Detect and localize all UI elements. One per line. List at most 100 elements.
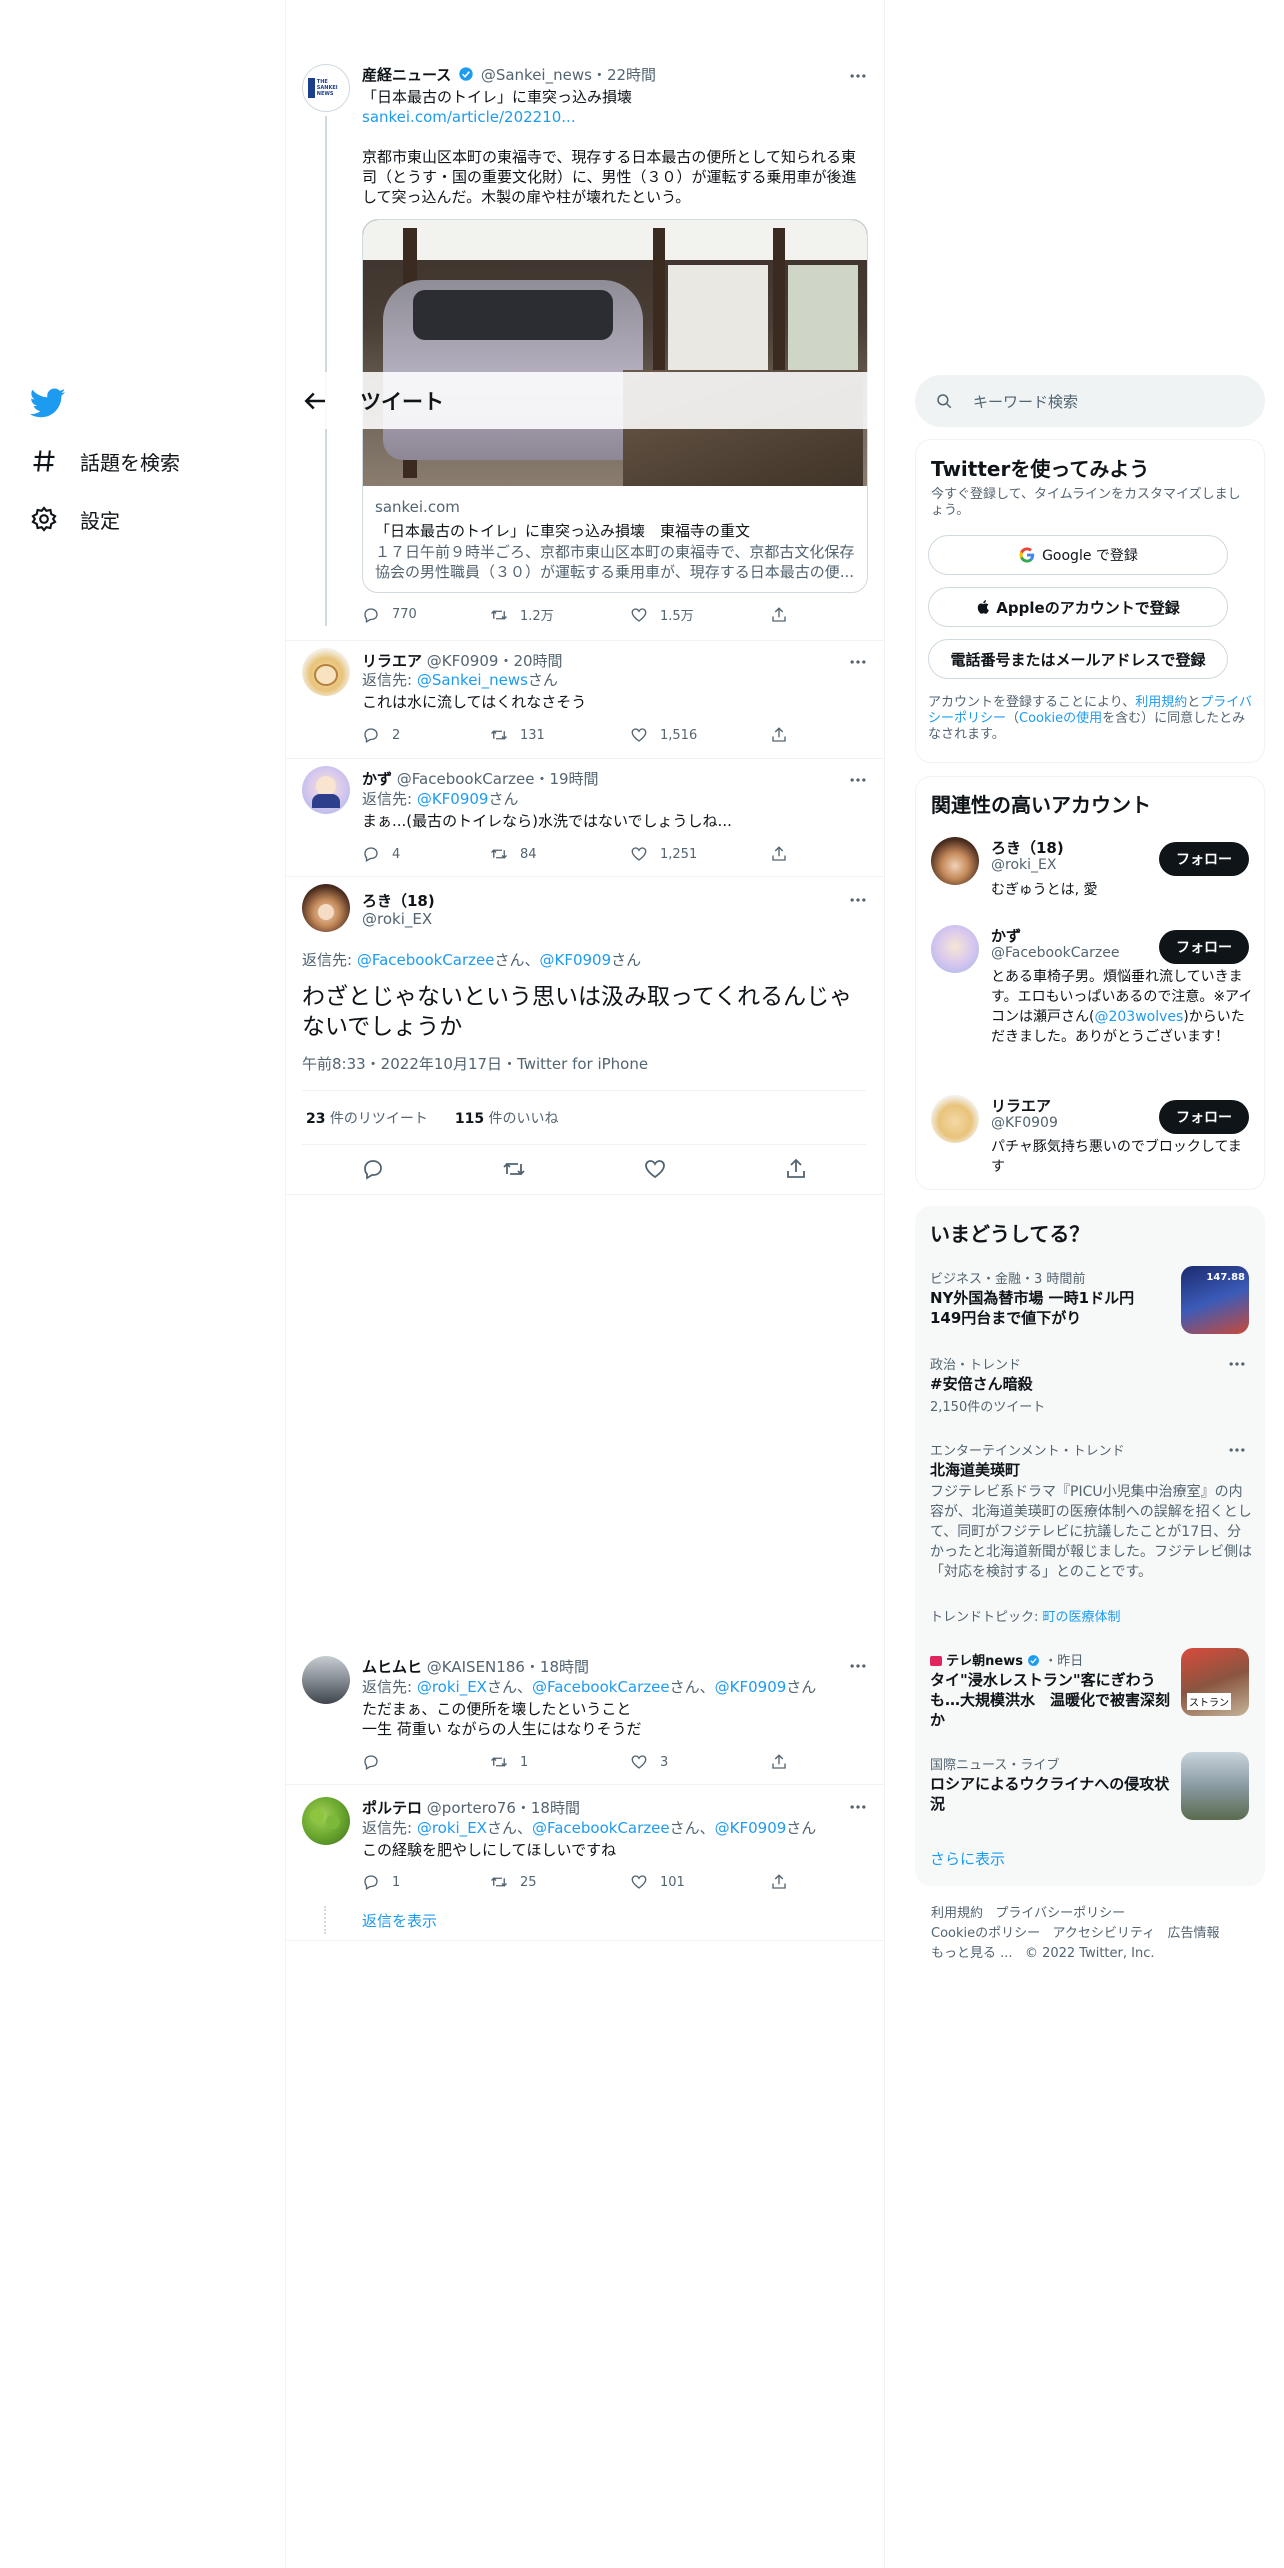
retweet-stat[interactable]: 23 件のリツイート [306, 1111, 428, 1127]
footer-link[interactable]: プライバシーポリシー [995, 1906, 1125, 1921]
search-box[interactable]: キーワード検索 [915, 375, 1265, 427]
share-button[interactable] [770, 606, 800, 624]
nav-settings[interactable]: 設定 [30, 499, 120, 539]
retweet-button[interactable]: 1.2万 [490, 605, 630, 624]
author-name[interactable]: ムヒムヒ [362, 1658, 422, 1676]
account-name[interactable]: かず [991, 925, 1021, 946]
more-icon[interactable] [848, 1797, 868, 1817]
like-button[interactable]: 101 [630, 1873, 770, 1891]
author-name[interactable]: ポルテロ [362, 1799, 422, 1817]
google-signup-button[interactable]: Google で登録 [928, 535, 1228, 575]
like-button[interactable]: 1.5万 [630, 605, 770, 624]
more-icon[interactable] [848, 66, 868, 86]
footer-link[interactable]: 広告情報 [1168, 1926, 1220, 1941]
share-button[interactable] [770, 1753, 800, 1771]
reply-button[interactable]: 1 [362, 1873, 490, 1891]
show-more-link[interactable]: さらに表示 [930, 1848, 1005, 1869]
share-button[interactable] [770, 726, 800, 744]
mention-link[interactable]: @KF0909 [417, 790, 489, 808]
author-handle[interactable]: @FacebookCarzee [397, 770, 535, 788]
avatar-kf0909[interactable] [302, 648, 350, 696]
like-button[interactable]: 1,251 [630, 845, 770, 863]
trend-item[interactable]: 国際ニュース・ライブ ロシアによるウクライナへの侵攻状況 [915, 1746, 1265, 1826]
tweet-time[interactable]: 19時間 [549, 770, 598, 788]
mention-link[interactable]: @FacebookCarzee [357, 951, 495, 969]
avatar-sankei[interactable]: THE SANKEI NEWS [302, 64, 350, 112]
account-handle[interactable]: @FacebookCarzee [991, 945, 1119, 961]
author-handle[interactable]: @KAISEN186 [427, 1658, 525, 1676]
tweet-time[interactable]: 22時間 [607, 66, 656, 84]
footer-link[interactable]: Cookieのポリシー [931, 1926, 1040, 1941]
author-name[interactable]: 産経ニュース [362, 66, 451, 84]
reply-button[interactable]: 2 [362, 726, 490, 744]
author-handle[interactable]: @KF0909 [427, 652, 499, 670]
avatar-kf0909[interactable] [931, 1095, 979, 1143]
account-handle[interactable]: @roki_EX [991, 857, 1056, 873]
mention-link[interactable]: @KF0909 [540, 951, 612, 969]
more-icon[interactable] [1227, 1354, 1247, 1374]
author-handle[interactable]: @Sankei_news [481, 66, 592, 84]
retweet-button[interactable]: 131 [490, 726, 630, 744]
tweet-time[interactable]: 18時間 [531, 1799, 580, 1817]
like-stat[interactable]: 115 件のいいね [455, 1111, 559, 1127]
trend-item[interactable]: ビジネス・金融・3 時間前 NY外国為替市場 一時1ドル円149円台まで値下がり… [915, 1262, 1265, 1340]
footer-more-link[interactable]: もっと見る ... [931, 1946, 1013, 1961]
retweet-button[interactable]: 84 [490, 845, 630, 863]
show-replies-link[interactable]: 返信を表示 [362, 1911, 437, 1931]
avatar-facebookcarzee[interactable] [931, 925, 979, 973]
mention-link[interactable]: @roki_EX [417, 1819, 487, 1837]
mention-link[interactable]: @FacebookCarzee [532, 1678, 670, 1696]
cookie-link[interactable]: Cookieの使用 [1019, 711, 1102, 726]
apple-signup-button[interactable]: Appleのアカウントで登録 [928, 587, 1228, 627]
footer-link[interactable]: アクセシビリティ [1053, 1926, 1156, 1941]
more-icon[interactable] [848, 890, 868, 910]
reply-button[interactable]: 4 [362, 845, 490, 863]
follow-button[interactable]: フォロー [1159, 842, 1249, 876]
tweet-time[interactable]: 18時間 [540, 1658, 589, 1676]
footer-link[interactable]: 利用規約 [931, 1906, 983, 1921]
mention-link[interactable]: @KF0909 [715, 1678, 787, 1696]
more-icon[interactable] [848, 770, 868, 790]
author-name[interactable]: かず [362, 770, 392, 788]
avatar-portero[interactable] [302, 1797, 350, 1845]
reply-icon[interactable] [361, 1157, 385, 1181]
mention-link[interactable]: @203wolves [1094, 1009, 1183, 1025]
account-name[interactable]: リラエア [991, 1095, 1051, 1116]
nav-explore[interactable]: 話題を検索 [30, 441, 180, 481]
like-button[interactable]: 1,516 [630, 726, 770, 744]
mention-link[interactable]: @KF0909 [715, 1819, 787, 1837]
tweet-time[interactable]: 20時間 [513, 652, 562, 670]
retweet-icon[interactable] [502, 1157, 526, 1181]
author-name[interactable]: リラエア [362, 652, 422, 670]
trend-topic-link[interactable]: 町の医療体制 [1043, 1610, 1121, 1625]
more-icon[interactable] [1227, 1440, 1247, 1460]
account-handle[interactable]: @KF0909 [991, 1115, 1058, 1131]
author-handle[interactable]: @portero76 [427, 1799, 516, 1817]
more-icon[interactable] [848, 1656, 868, 1676]
trend-item[interactable]: エンターテインメント・トレンド 北海道美瑛町 フジテレビ系ドラマ『PICU小児集… [915, 1438, 1265, 1628]
tweet-meta[interactable]: 午前8:33・2022年10月17日・Twitter for iPhone [302, 1054, 648, 1074]
avatar-roki[interactable] [931, 837, 979, 885]
mention-link[interactable]: @roki_EX [417, 1678, 487, 1696]
avatar-kaisen[interactable] [302, 1656, 350, 1704]
like-button[interactable]: 3 [630, 1753, 770, 1771]
heart-icon[interactable] [643, 1157, 667, 1181]
phone-email-signup-button[interactable]: 電話番号またはメールアドレスで登録 [928, 639, 1228, 679]
twitter-logo-icon[interactable] [30, 385, 66, 421]
share-button[interactable] [770, 1873, 800, 1891]
focused-author-name[interactable]: ろき（18) [362, 890, 435, 911]
back-arrow-icon[interactable] [300, 386, 330, 416]
reply-button[interactable] [362, 1753, 490, 1771]
tweet-link[interactable]: sankei.com/article/202210... [362, 107, 576, 127]
mention-link[interactable]: @FacebookCarzee [532, 1819, 670, 1837]
terms-link[interactable]: 利用規約 [1135, 695, 1187, 710]
more-icon[interactable] [848, 652, 868, 672]
share-icon[interactable] [784, 1157, 808, 1181]
reply-button[interactable]: 770 [362, 606, 490, 624]
follow-button[interactable]: フォロー [1159, 930, 1249, 964]
retweet-button[interactable]: 25 [490, 1873, 630, 1891]
trend-item[interactable]: 政治・トレンド #安倍さん暗殺 2,150件のツイート [915, 1352, 1265, 1416]
account-name[interactable]: ろき（18) [991, 837, 1064, 858]
mention-link[interactable]: @Sankei_news [417, 671, 528, 689]
trend-item[interactable]: テレ朝news ・昨日 タイ"浸水レストラン"客にぎわうも…大規模洪水 温暖化で… [915, 1644, 1265, 1732]
